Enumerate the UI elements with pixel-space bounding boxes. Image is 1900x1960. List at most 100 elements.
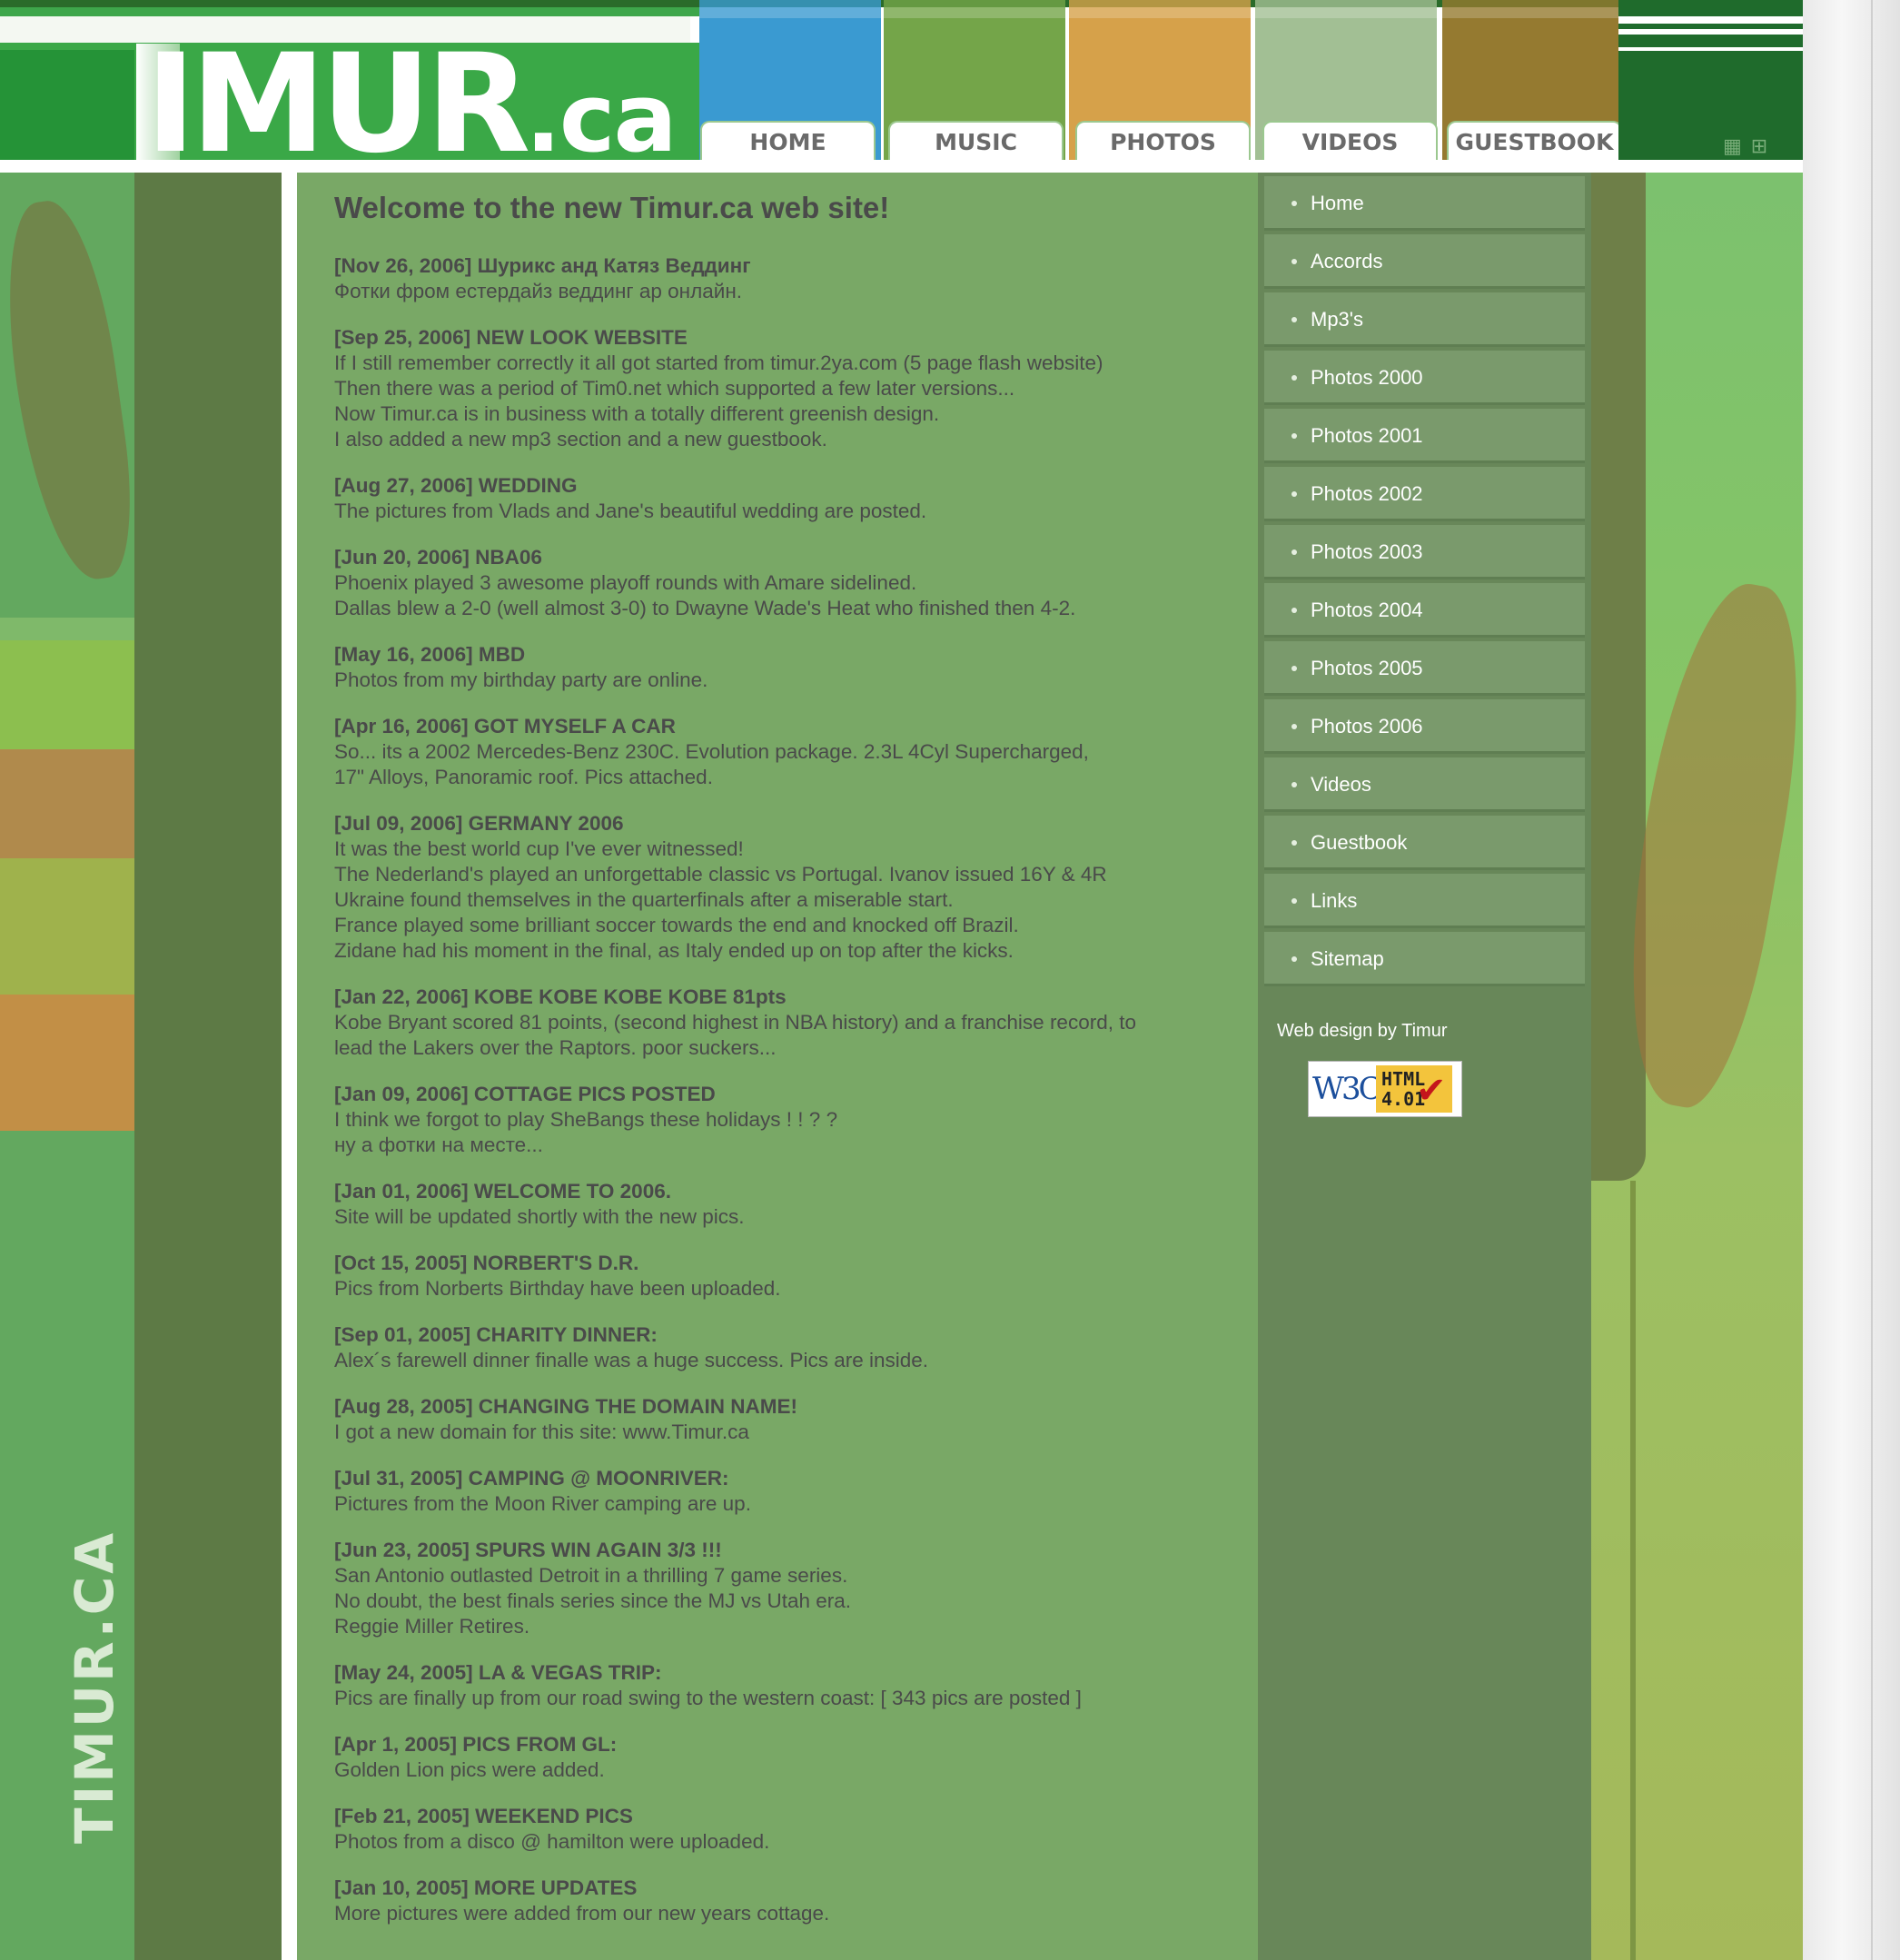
news-item: [Jul 31, 2005] CAMPING @ MOONRIVER: Pictu… — [334, 1466, 1242, 1517]
sidebar-item-photos-2006[interactable]: Photos 2006 — [1264, 699, 1585, 754]
header-icons: ▦⊞ — [1723, 134, 1776, 158]
sidebar-item-accords[interactable]: Accords — [1264, 234, 1585, 289]
news-text: Then there was a period of Tim0.net whic… — [334, 377, 1015, 400]
news-text: Phoenix played 3 awesome playoff rounds … — [334, 571, 917, 594]
news-item: [May 24, 2005] LA & VEGAS TRIP: Pics are … — [334, 1660, 1242, 1711]
sitemap-icon[interactable]: ⊞ — [1751, 134, 1776, 157]
news-text: 17" Alloys, Panoramic roof. Pics attache… — [334, 766, 713, 788]
news-item: [Feb 21, 2005] WEEKEND PICS Photos from a… — [334, 1804, 1242, 1855]
news-text: Pics from Norberts Birthday have been up… — [334, 1277, 781, 1300]
news-title: [Jul 09, 2006] GERMANY 2006 — [334, 812, 624, 835]
nav-tab-home[interactable]: HOME — [700, 121, 876, 161]
grid-view-icon[interactable]: ▦ — [1723, 134, 1751, 157]
news-text: If I still remember correctly it all got… — [334, 351, 1103, 374]
news-item: [Jul 09, 2006] GERMANY 2006 It was the be… — [334, 811, 1242, 964]
site-header: IMUR.ca HOME MUSIC PHOTOS VIDEOS GUESTBOOK ▦… — [0, 0, 1803, 173]
sidebar-item-photos-2003[interactable]: Photos 2003 — [1264, 525, 1585, 579]
logo-main-text: IMUR — [145, 25, 530, 173]
news-text: No doubt, the best finals series since t… — [334, 1589, 852, 1612]
nav-tab-photos[interactable]: PHOTOS — [1075, 121, 1251, 161]
news-text: Pics are finally up from our road swing … — [334, 1687, 1082, 1709]
sidebar-item-sitemap[interactable]: Sitemap — [1264, 932, 1585, 986]
nav-tab-music[interactable]: MUSIC — [888, 121, 1064, 161]
header-right-stripe — [1618, 29, 1803, 35]
sidebar-item-photos-2002[interactable]: Photos 2002 — [1264, 467, 1585, 521]
news-title: [Apr 16, 2006] GOT MYSELF A CAR — [334, 715, 676, 737]
news-title: [Jan 10, 2005] MORE UPDATES — [334, 1876, 638, 1899]
news-text: The pictures from Vlads and Jane's beaut… — [334, 500, 927, 522]
page-title: Welcome to the new Timur.ca web site! — [334, 191, 890, 224]
news-text: Now Timur.ca is in business with a total… — [334, 402, 940, 425]
news-text: Golden Lion pics were added. — [334, 1758, 605, 1781]
site-logo[interactable]: IMUR.ca — [145, 36, 678, 173]
news-title: [Apr 1, 2005] PICS FROM GL: — [334, 1733, 618, 1756]
news-text: Ukraine found themselves in the quarterf… — [334, 888, 954, 911]
sidebar-item-videos[interactable]: Videos — [1264, 757, 1585, 812]
news-item: [Jun 23, 2005] SPURS WIN AGAIN 3/3 !!! Sa… — [334, 1538, 1242, 1639]
nav-tab-cap — [1255, 0, 1437, 18]
news-item: [Sep 01, 2005] CHARITY DINNER: Alex´s far… — [334, 1322, 1242, 1373]
sidebar-item-guestbook[interactable]: Guestbook — [1264, 816, 1585, 870]
header-bottom-line — [0, 160, 1803, 173]
sidebar-item-home[interactable]: Home — [1264, 176, 1585, 231]
news-item: [Aug 28, 2005] CHANGING THE DOMAIN NAME!… — [334, 1394, 1242, 1445]
news-text: I think we forgot to play SheBangs these… — [334, 1108, 838, 1131]
content-left-border — [282, 173, 297, 1960]
news-item: [Jun 20, 2006] NBA06 Phoenix played 3 awe… — [334, 545, 1242, 621]
news-title: [Sep 25, 2006] NEW LOOK WEBSITE — [334, 326, 688, 349]
scrollbar-track[interactable] — [1803, 0, 1900, 1960]
news-list: [Nov 26, 2006] Шурикс анд Катяз Веддинг Ф… — [334, 253, 1242, 1947]
news-text: Zidane had his moment in the final, as I… — [334, 939, 1014, 962]
news-title: [Jun 20, 2006] NBA06 — [334, 546, 542, 569]
vertical-logo: TIMUR.CA — [64, 1529, 125, 1844]
sidebar-item-photos-2004[interactable]: Photos 2004 — [1264, 583, 1585, 638]
news-text: More pictures were added from our new ye… — [334, 1902, 830, 1925]
sidebar-menu: Home Accords Mp3's Photos 2000 Photos 2001 Ph… — [1264, 176, 1585, 990]
w3c-html-badge[interactable]: W3C HTML 4.01 ✔ — [1308, 1061, 1462, 1117]
sidebar-item-links[interactable]: Links — [1264, 874, 1585, 928]
news-item: [May 16, 2006] MBD Photos from my birthda… — [334, 642, 1242, 693]
news-text: ну а фотки на месте... — [334, 1133, 543, 1156]
news-item: [Aug 27, 2006] WEDDING The pictures from … — [334, 473, 1242, 524]
sidebar-item-photos-2005[interactable]: Photos 2005 — [1264, 641, 1585, 696]
news-text: Site will be updated shortly with the ne… — [334, 1205, 745, 1228]
news-text: Reggie Miller Retires. — [334, 1615, 530, 1638]
sidebar-item-mp3-s[interactable]: Mp3's — [1264, 292, 1585, 347]
news-item: [Jan 01, 2006] WELCOME TO 2006. Site will… — [334, 1179, 1242, 1230]
nav-tab-cap — [1069, 0, 1251, 18]
news-item: [Nov 26, 2006] Шурикс анд Катяз Веддинг Ф… — [334, 253, 1242, 304]
logo-dark-block — [0, 50, 134, 160]
news-title: [Jan 22, 2006] KOBE KOBE KOBE KOBE 81pts — [334, 985, 787, 1008]
news-text: Pictures from the Moon River camping are… — [334, 1492, 751, 1515]
nav-tab-guestbook[interactable]: GUESTBOOK — [1447, 121, 1622, 161]
logo-domain-suffix: .ca — [525, 63, 677, 173]
news-text: lead the Lakers over the Raptors. poor s… — [334, 1036, 777, 1059]
nav-tab-cap — [699, 0, 881, 18]
news-title: [Jan 09, 2006] COTTAGE PICS POSTED — [334, 1083, 716, 1105]
news-item: [Oct 15, 2005] NORBERT'S D.R. Pics from N… — [334, 1251, 1242, 1302]
news-item: [Jan 09, 2006] COTTAGE PICS POSTED I thin… — [334, 1082, 1242, 1158]
page: IMUR.ca HOME MUSIC PHOTOS VIDEOS GUESTBOOK ▦… — [0, 0, 1803, 1960]
news-title: [Nov 26, 2006] Шурикс анд Катяз Веддинг — [334, 254, 751, 277]
left-dark-strip — [134, 173, 282, 1960]
news-title: [May 16, 2006] MBD — [334, 643, 526, 666]
w3c-logo: W3C — [1312, 1071, 1382, 1107]
header-right-stripe — [1618, 47, 1803, 51]
news-title: [Aug 28, 2005] CHANGING THE DOMAIN NAME! — [334, 1395, 798, 1418]
scrollbar-edge — [1871, 0, 1873, 1960]
news-title: [Aug 27, 2006] WEDDING — [334, 474, 578, 497]
news-text: San Antonio outlasted Detroit in a thril… — [334, 1564, 848, 1587]
header-right-stripe — [1618, 16, 1803, 24]
sidebar-item-photos-2000[interactable]: Photos 2000 — [1264, 351, 1585, 405]
news-text: So... its a 2002 Mercedes-Benz 230C. Evo… — [334, 740, 1089, 763]
nav-tab-cap — [1442, 0, 1618, 18]
right-divider-line — [1630, 1181, 1636, 1960]
news-text: I also added a new mp3 section and a new… — [334, 428, 827, 450]
sidebar-item-photos-2001[interactable]: Photos 2001 — [1264, 409, 1585, 463]
news-text: The Nederland's played an unforgettable … — [334, 863, 1107, 886]
news-text: It was the best world cup I've ever witn… — [334, 837, 744, 860]
news-item: [Apr 16, 2006] GOT MYSELF A CAR So... its… — [334, 714, 1242, 790]
nav-tab-videos[interactable]: VIDEOS — [1262, 121, 1438, 161]
news-item: [Sep 25, 2006] NEW LOOK WEBSITE If I stil… — [334, 325, 1242, 452]
header-green-stripe — [0, 7, 699, 16]
